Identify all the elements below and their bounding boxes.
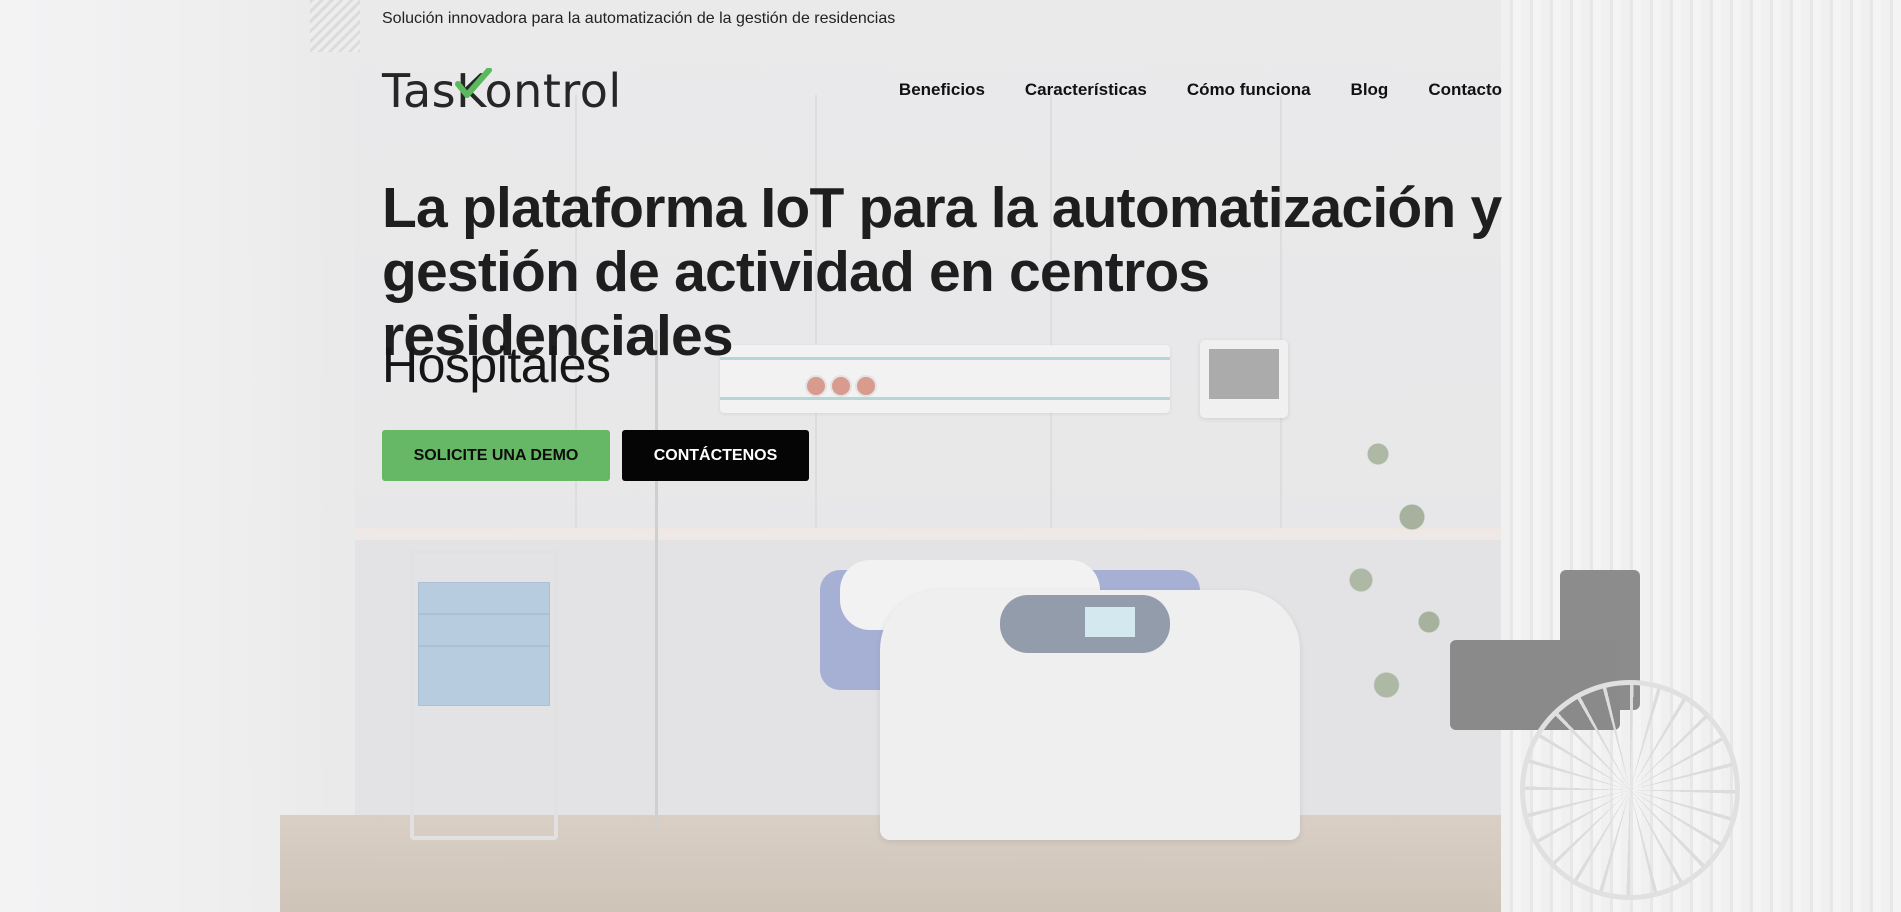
site-logo[interactable]: Tas Kontrol: [382, 66, 622, 116]
nav-item-beneficios[interactable]: Beneficios: [899, 80, 985, 100]
nav-item-caracteristicas[interactable]: Características: [1025, 80, 1147, 100]
top-tagline: Solución innovadora para la automatizaci…: [382, 10, 896, 27]
checkmark-icon: [455, 68, 493, 98]
nav-item-blog[interactable]: Blog: [1351, 80, 1389, 100]
page-content: Solución innovadora para la automatizaci…: [382, 0, 1502, 912]
site-header: Tas Kontrol Beneficios Características C…: [382, 66, 1502, 116]
nav-item-contacto[interactable]: Contacto: [1428, 80, 1502, 100]
hero-subtitle: Hospitales: [382, 337, 611, 393]
contact-us-button[interactable]: CONTÁCTENOS: [622, 430, 809, 481]
nav-item-como-funciona[interactable]: Cómo funciona: [1187, 80, 1311, 100]
logo-k-wrapper: Kontrol: [455, 66, 622, 116]
logo-text-part1: Tas: [382, 64, 457, 118]
request-demo-button[interactable]: SOLICITE UNA DEMO: [382, 430, 610, 481]
main-nav: Beneficios Características Cómo funciona…: [899, 80, 1502, 100]
hero-title-line1: La plataforma IoT para la automatización…: [382, 176, 1502, 240]
